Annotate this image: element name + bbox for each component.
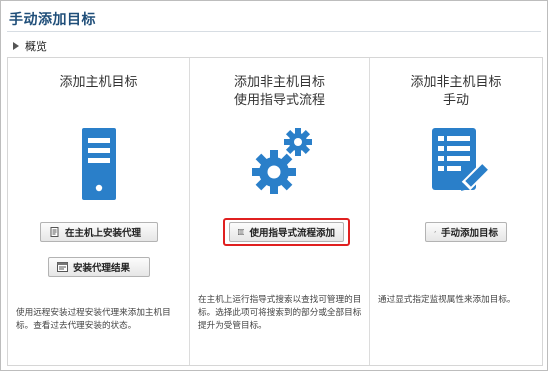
column-title-line: 添加主机目标 (59, 75, 138, 90)
window-icon (57, 262, 68, 272)
column-description: 在主机上运行指导式搜索以查找可管理的目标。选择此项可将搜索到的部分或全部目标提升… (198, 295, 362, 331)
button-label: 手动添加目标 (440, 228, 498, 239)
column-add-host-target: 添加主机目标 在主机上安装代理 安装代理结果 使用远程安装过程安装代理来添加主机… (8, 58, 189, 365)
expand-triangle-icon (13, 42, 19, 50)
column-title-line: 手动 (442, 93, 469, 108)
column-description: 通过显式指定监视属性来添加目标。 (378, 295, 516, 305)
list-icon (238, 229, 245, 235)
add-using-guided-process-button[interactable]: 使用指导式流程添加 (229, 222, 344, 242)
button-label: 在主机上安装代理 (65, 228, 142, 239)
window-frame: 手动添加目标 概览 添加主机目标 在主机上安装代理 安装代理结果 使用远程安装过… (0, 0, 548, 371)
column-title: 添加主机目标 (8, 74, 189, 92)
options-panel: 添加主机目标 在主机上安装代理 安装代理结果 使用远程安装过程安装代理来添加主机… (7, 57, 543, 366)
add-target-manually-button[interactable]: 手动添加目标 (425, 222, 507, 242)
column-title-line: 添加非主机目标 (233, 75, 325, 90)
column-add-non-host-guided: 添加非主机目标 使用指导式流程 使用指导式流程添加 在主机上运行指导式搜索以查找… (189, 58, 369, 365)
edit-form-icon (432, 128, 492, 191)
document-icon (50, 227, 59, 237)
button-label: 安装代理结果 (73, 263, 131, 274)
column-title: 添加非主机目标 使用指导式流程 (190, 74, 369, 110)
agent-install-results-button[interactable]: 安装代理结果 (48, 257, 150, 277)
title-divider (7, 31, 541, 32)
button-label: 使用指导式流程添加 (249, 228, 335, 239)
column-title-line: 添加非主机目标 (410, 75, 502, 90)
column-description: 使用远程安装过程安装代理来添加主机目标。查看过去代理安装的状态。 (16, 308, 171, 331)
server-icon (82, 128, 116, 200)
gears-icon (252, 128, 312, 194)
page-title: 手动添加目标 (9, 12, 96, 28)
overview-section-toggle[interactable]: 概览 (13, 38, 47, 54)
section-label: 概览 (25, 40, 47, 53)
column-title: 添加非主机目标 手动 (370, 74, 542, 110)
column-add-non-host-manual: 添加非主机目标 手动 手动添加目标 通过显式指定监视属性来添加目标。 (369, 58, 542, 365)
install-agent-on-host-button[interactable]: 在主机上安装代理 (40, 222, 158, 242)
column-title-line: 使用指导式流程 (233, 93, 325, 108)
wrench-icon (434, 231, 436, 233)
